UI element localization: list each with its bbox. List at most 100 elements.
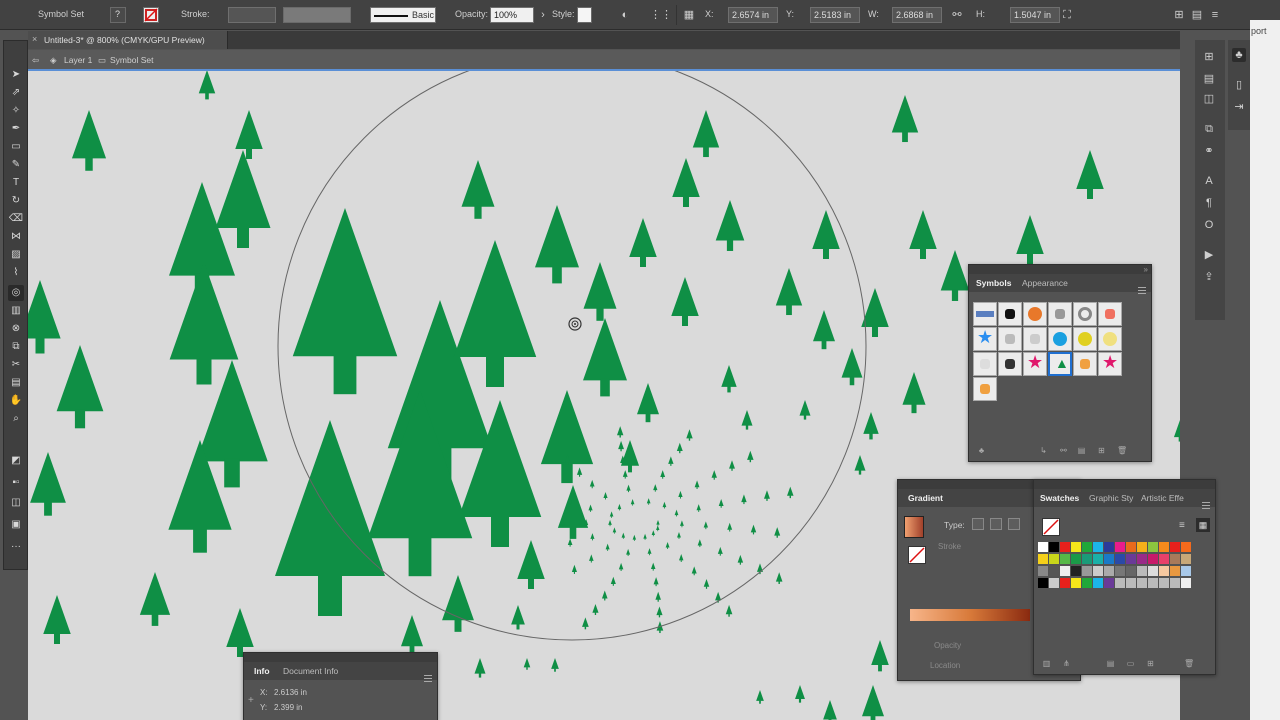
- tree-symbol[interactable]: [891, 95, 919, 143]
- tree-symbol[interactable]: [139, 572, 171, 626]
- tree-symbol[interactable]: [656, 525, 660, 532]
- symbol-thumbnail[interactable]: [998, 302, 1022, 326]
- tree-symbol[interactable]: [610, 576, 616, 586]
- symbol-thumbnail[interactable]: [973, 352, 997, 376]
- color-swatch[interactable]: [1104, 542, 1114, 552]
- tree-symbol[interactable]: [571, 564, 577, 574]
- zoom-tool-icon[interactable]: ⌕: [8, 411, 24, 427]
- tree-symbol[interactable]: [71, 110, 107, 171]
- list-view-icon[interactable]: ≡: [1179, 520, 1185, 531]
- color-swatch[interactable]: [1038, 554, 1048, 564]
- symbol-thumbnail[interactable]: [1023, 302, 1047, 326]
- tree-symbol[interactable]: [715, 200, 745, 251]
- tab-document-info[interactable]: Document Info: [283, 666, 338, 676]
- tree-symbol[interactable]: [169, 262, 239, 385]
- drawing-modes-icon[interactable]: ◫: [8, 495, 24, 511]
- tree-symbol[interactable]: [589, 554, 594, 563]
- tree-symbol[interactable]: [715, 591, 722, 603]
- magic-wand-icon[interactable]: ✧: [8, 103, 24, 119]
- tree-symbol[interactable]: [686, 429, 693, 441]
- color-swatch[interactable]: [1181, 578, 1191, 588]
- color-swatch[interactable]: [1038, 542, 1048, 552]
- symbol-thumbnail[interactable]: [1098, 302, 1122, 326]
- tree-symbol[interactable]: [647, 548, 652, 556]
- color-swatch[interactable]: [1148, 554, 1158, 564]
- symbol-thumbnail[interactable]: [998, 352, 1022, 376]
- rotate-tool-icon[interactable]: ↻: [8, 193, 24, 209]
- tree-symbol[interactable]: [588, 504, 593, 512]
- properties-icon[interactable]: ▤: [1202, 72, 1216, 86]
- tree-symbol[interactable]: [862, 685, 884, 720]
- place-symbol-icon[interactable]: ↳: [1039, 446, 1048, 455]
- tree-symbol[interactable]: [697, 539, 703, 548]
- tree-symbol[interactable]: [643, 533, 647, 540]
- color-swatch[interactable]: [1159, 554, 1169, 564]
- color-swatch[interactable]: [1159, 542, 1169, 552]
- asset-export-icon[interactable]: ⇥: [1232, 100, 1246, 114]
- export-icon[interactable]: ⇪: [1202, 270, 1216, 284]
- h-field[interactable]: 1.5047 in: [1010, 7, 1060, 23]
- tree-symbol[interactable]: [861, 288, 889, 337]
- break-link-icon[interactable]: ⚯: [1059, 446, 1068, 455]
- fill-swatch[interactable]: ?: [110, 7, 126, 23]
- tree-symbol[interactable]: [909, 210, 937, 259]
- tree-symbol[interactable]: [535, 205, 579, 284]
- color-swatch[interactable]: [1071, 542, 1081, 552]
- w-field[interactable]: 2.6868 in: [892, 7, 942, 23]
- tab-gradient[interactable]: Gradient: [908, 493, 943, 503]
- color-swatch[interactable]: [1159, 578, 1169, 588]
- color-swatch[interactable]: [1115, 566, 1125, 576]
- color-swatch[interactable]: [1126, 554, 1136, 564]
- stroke-swatch[interactable]: [143, 7, 159, 23]
- tab-symbols[interactable]: Symbols: [976, 278, 1011, 288]
- panel-menu-icon[interactable]: [1138, 287, 1146, 294]
- color-swatch[interactable]: [1049, 566, 1059, 576]
- tree-symbol[interactable]: [453, 240, 537, 387]
- color-swatch[interactable]: [1060, 542, 1070, 552]
- tree-symbol[interactable]: [582, 617, 589, 630]
- color-swatch[interactable]: [1060, 578, 1070, 588]
- document-icon[interactable]: ▯: [1232, 78, 1246, 92]
- tree-symbol[interactable]: [711, 470, 717, 480]
- tree-symbol[interactable]: [823, 700, 837, 720]
- tree-symbol[interactable]: [637, 383, 659, 423]
- color-swatch[interactable]: [1126, 566, 1136, 576]
- color-swatch[interactable]: [1082, 542, 1092, 552]
- tree-symbol[interactable]: [741, 494, 747, 505]
- tree-symbol[interactable]: [774, 527, 781, 538]
- chevron-right-icon[interactable]: ›: [536, 8, 550, 22]
- tree-symbol[interactable]: [275, 420, 385, 616]
- color-swatch[interactable]: [1170, 554, 1180, 564]
- show-kinds-icon[interactable]: ⋔: [1062, 659, 1071, 668]
- color-swatch[interactable]: [1115, 578, 1125, 588]
- color-swatch[interactable]: [1115, 542, 1125, 552]
- color-swatch[interactable]: [1104, 566, 1114, 576]
- align-icon[interactable]: ⋮⋮: [650, 8, 672, 22]
- tree-symbol[interactable]: [871, 640, 889, 672]
- close-icon[interactable]: ×: [32, 34, 37, 44]
- width-tool-icon[interactable]: ⋈: [8, 229, 24, 245]
- tree-symbol[interactable]: [678, 490, 683, 499]
- tree-symbol[interactable]: [551, 658, 559, 672]
- tree-symbol[interactable]: [660, 470, 666, 479]
- tree-symbol[interactable]: [672, 158, 700, 207]
- rectangle-tool-icon[interactable]: ▭: [8, 139, 24, 155]
- color-swatch[interactable]: [1049, 554, 1059, 564]
- symbol-thumbnail[interactable]: [1073, 302, 1097, 326]
- color-swatch[interactable]: [1159, 566, 1169, 576]
- tree-symbol[interactable]: [590, 533, 595, 541]
- tree-symbol[interactable]: [629, 218, 657, 267]
- symbol-libraries-icon[interactable]: ♣: [977, 446, 986, 455]
- tree-symbol[interactable]: [703, 521, 709, 530]
- symbol-thumbnail[interactable]: [998, 327, 1022, 351]
- pen-tool-icon[interactable]: ✒: [8, 121, 24, 137]
- symbol-thumbnail[interactable]: [1023, 327, 1047, 351]
- tree-symbol[interactable]: [662, 501, 667, 509]
- tree-symbol[interactable]: [812, 210, 840, 259]
- symbol-thumbnail[interactable]: [1073, 327, 1097, 351]
- color-swatch[interactable]: [1082, 578, 1092, 588]
- tree-symbol[interactable]: [691, 566, 697, 576]
- color-swatch[interactable]: [1049, 542, 1059, 552]
- column-graph-tool-icon[interactable]: ▥: [8, 303, 24, 319]
- tab-artistic-effects[interactable]: Artistic Effe: [1141, 493, 1184, 503]
